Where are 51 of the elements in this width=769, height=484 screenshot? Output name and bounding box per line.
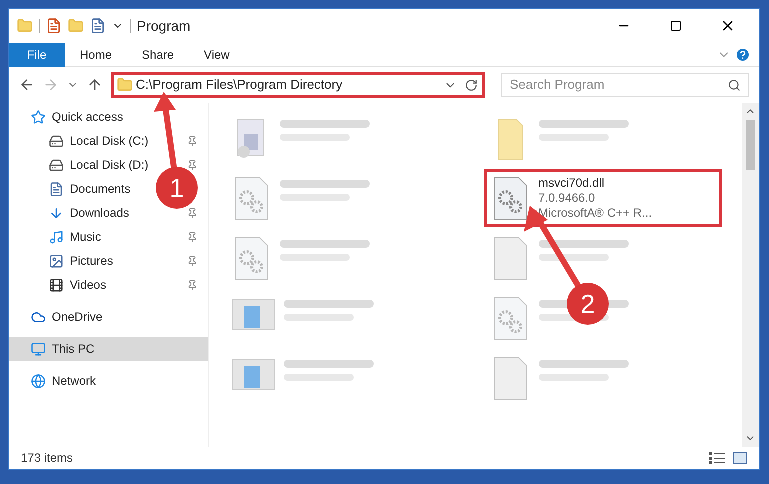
nav-item[interactable]: Pictures bbox=[70, 252, 114, 270]
film-icon[interactable] bbox=[49, 278, 64, 292]
file-tab[interactable]: File bbox=[9, 42, 65, 66]
pin-icon[interactable] bbox=[187, 160, 198, 170]
pin-icon[interactable] bbox=[187, 232, 198, 242]
item-count: 173 items bbox=[21, 450, 74, 467]
nav-item[interactable]: Downloads bbox=[70, 204, 130, 222]
scrollbar[interactable] bbox=[742, 103, 759, 447]
search-field[interactable]: Search Program bbox=[501, 72, 749, 97]
nav-item[interactable]: Local Disk (C:) bbox=[70, 132, 149, 150]
drive-icon[interactable] bbox=[49, 134, 64, 148]
download-icon[interactable] bbox=[49, 206, 64, 220]
scrollbar-thumb[interactable] bbox=[746, 120, 755, 170]
nav-item[interactable]: Documents bbox=[70, 180, 131, 198]
pin-icon[interactable] bbox=[187, 208, 198, 218]
maximize-icon bbox=[670, 20, 682, 32]
ribbon-tab[interactable]: Home bbox=[65, 42, 128, 66]
blurred-text-line bbox=[538, 254, 608, 261]
folder-icon bbox=[117, 77, 133, 93]
picture-icon[interactable] bbox=[49, 254, 64, 268]
nav-item[interactable]: Local Disk (D:) bbox=[70, 156, 149, 174]
file-detail: MicrosoftA® C++ R... bbox=[538, 206, 652, 221]
nav-item[interactable]: Music bbox=[70, 228, 102, 246]
monitor-icon bbox=[31, 342, 46, 356]
up-icon[interactable] bbox=[87, 77, 103, 93]
view-options-icon[interactable] bbox=[90, 18, 106, 34]
address-path: C:\Program Files\Program Directory bbox=[136, 76, 344, 94]
ribbon-tab[interactable]: Share bbox=[127, 42, 190, 66]
nav-item[interactable]: This PC bbox=[9, 337, 208, 361]
nav-item[interactable]: Videos bbox=[70, 276, 106, 294]
document-icon[interactable] bbox=[49, 182, 64, 196]
pin-icon[interactable] bbox=[187, 280, 198, 290]
cloud-icon bbox=[31, 310, 46, 324]
file-name[interactable]: msvci70d.dll bbox=[538, 176, 652, 191]
pin-icon[interactable] bbox=[187, 136, 198, 146]
star-icon bbox=[31, 110, 46, 124]
network-icon bbox=[31, 374, 46, 388]
address-field[interactable]: C:\Program Files\Program Directory bbox=[111, 72, 485, 98]
pin-icon[interactable] bbox=[187, 256, 198, 266]
window-title: Program bbox=[137, 16, 191, 36]
details-view-icon[interactable] bbox=[709, 452, 725, 464]
search-icon[interactable] bbox=[728, 78, 741, 92]
refresh-icon[interactable] bbox=[465, 78, 478, 92]
file-detail: 7.0.9466.0 bbox=[538, 191, 596, 206]
help-icon[interactable] bbox=[735, 46, 751, 62]
ribbon-tab[interactable]: View bbox=[189, 42, 245, 66]
properties-icon[interactable] bbox=[46, 18, 62, 34]
music-note-icon[interactable] bbox=[49, 230, 64, 244]
back-icon[interactable] bbox=[19, 77, 35, 93]
tiles-view-icon[interactable] bbox=[733, 452, 747, 464]
drive-icon[interactable] bbox=[49, 158, 64, 172]
